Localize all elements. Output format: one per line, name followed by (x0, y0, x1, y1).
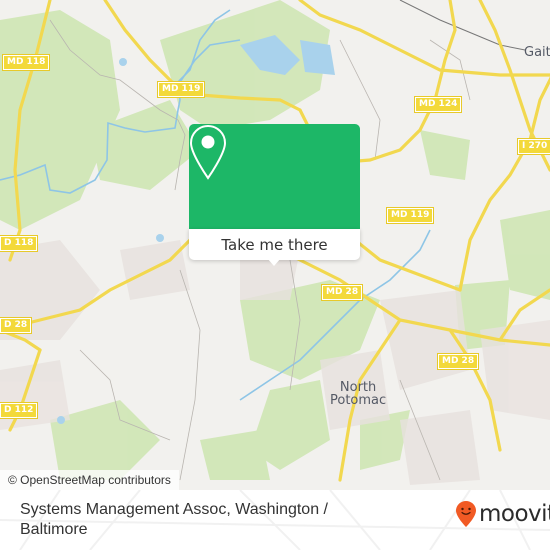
map-attribution[interactable]: © OpenStreetMap contributors (0, 470, 179, 490)
road-label-md119-mid: MD 119 (385, 207, 435, 224)
moovit-wordmark: moovit (479, 501, 550, 527)
rail-line (399, 0, 526, 51)
popup-header (189, 124, 360, 229)
place-title: Systems Management Assoc, Washington / B… (20, 501, 328, 538)
take-me-there-button[interactable]: Take me there (189, 229, 360, 260)
map-pin-icon (189, 124, 227, 180)
footer-bar: Systems Management Assoc, Washington / B… (0, 490, 550, 550)
place-label-north-potomac: North Potomac (330, 380, 387, 408)
road-label-i270: I 270 (516, 138, 550, 155)
road-label-md124: MD 124 (413, 96, 463, 113)
place-label-gaithersburg: Gait (524, 45, 550, 60)
road-label-md28-right: MD 28 (436, 353, 480, 370)
road-label-md118-left: D 118 (0, 235, 39, 252)
road-label-md28-left: D 28 (0, 317, 33, 334)
road-label-md28-center: MD 28 (320, 284, 364, 301)
moovit-pin-smile-icon (456, 501, 476, 527)
map-view[interactable]: MD 118 MD 119 MD 124 I 270 MD 119 D 118 … (0, 0, 550, 490)
road-label-md112: D 112 (0, 402, 39, 419)
moovit-logo[interactable]: moovit (455, 500, 550, 528)
road-label-md119: MD 119 (156, 81, 206, 98)
popup-pointer (267, 258, 281, 266)
location-popup: Take me there (189, 124, 360, 266)
road-label-md118: MD 118 (1, 54, 51, 71)
